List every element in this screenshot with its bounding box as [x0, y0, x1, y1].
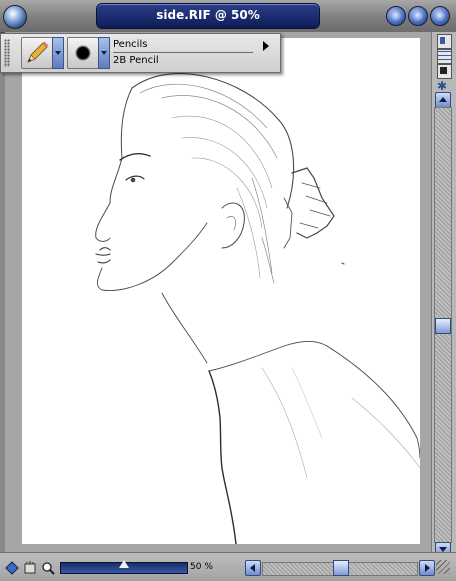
close-button[interactable]	[430, 6, 450, 26]
minimize-button[interactable]	[386, 6, 406, 26]
toolbar-grip[interactable]	[4, 39, 10, 67]
tracing-paper-icon[interactable]: ✱	[437, 80, 451, 92]
scroll-up-button[interactable]	[435, 92, 451, 108]
pencil-icon	[27, 41, 49, 63]
scroll-left-button[interactable]	[245, 560, 261, 576]
grabber-tool-icon[interactable]	[23, 561, 37, 575]
grid-icon[interactable]	[437, 49, 452, 64]
zoom-level-readout: 50 %	[190, 562, 213, 572]
zoom-slider[interactable]	[60, 560, 188, 574]
scroll-right-button[interactable]	[419, 560, 435, 576]
pencil-sketch	[95, 73, 420, 544]
magnifier-icon[interactable]	[41, 561, 55, 575]
minimize-icon	[391, 11, 401, 21]
maximize-icon	[413, 11, 423, 21]
horizontal-scroll-thumb[interactable]	[333, 560, 349, 576]
brush-dab-icon	[75, 45, 91, 61]
window-title: side.RIF @ 50%	[156, 8, 260, 22]
painter-logo-icon[interactable]	[3, 5, 27, 29]
close-icon	[435, 11, 445, 21]
vertical-scroll-thumb[interactable]	[435, 318, 451, 334]
property-bar: Pencils 2B Pencil	[0, 33, 281, 73]
maximize-button[interactable]	[408, 6, 428, 26]
brush-variant-label[interactable]: 2B Pencil	[113, 55, 253, 68]
dab-dropdown[interactable]	[98, 37, 110, 69]
resize-grip-icon[interactable]	[436, 560, 450, 574]
brush-tool-selector[interactable]	[21, 37, 53, 69]
brush-category-dropdown[interactable]	[52, 37, 64, 69]
property-bar-menu-arrow-icon[interactable]	[263, 41, 269, 51]
dab-type-selector[interactable]	[67, 37, 99, 69]
zoom-slider-knob[interactable]	[119, 560, 129, 568]
page-view-icon[interactable]	[437, 34, 452, 49]
drawing-mode-icon[interactable]	[5, 561, 19, 575]
brush-category-label[interactable]: Pencils	[113, 39, 253, 53]
title-bar: side.RIF @ 50%	[0, 0, 456, 33]
drawing-canvas[interactable]	[22, 38, 420, 544]
color-swatch-icon[interactable]	[437, 64, 452, 79]
document-title-tab: side.RIF @ 50%	[96, 3, 320, 29]
status-bar: 50 %	[0, 552, 456, 581]
